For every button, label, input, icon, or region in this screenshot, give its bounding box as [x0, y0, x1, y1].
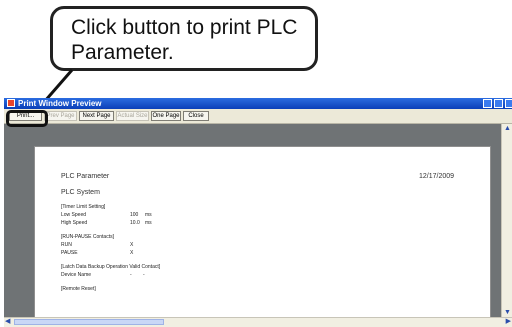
run-pause-section: [RUN-PAUSE Contacts] [61, 234, 114, 240]
instruction-callout: Click button to print PLC Parameter. [50, 6, 318, 71]
low-speed-unit: ms [145, 212, 152, 218]
device-name-value-2: - [143, 272, 145, 278]
low-speed-label: Low Speed [61, 212, 87, 218]
latch-section: [Latch Data Backup Operation Valid Conta… [61, 264, 161, 270]
toolbar: Print... Prev Page Next Page Actual Size… [4, 109, 512, 124]
scroll-right-icon[interactable]: ▶ [506, 318, 511, 326]
device-name-value: - [130, 272, 132, 278]
device-name-label: Device Name [61, 272, 92, 278]
callout-line-1: Click button to print PLC [71, 16, 298, 39]
app-icon [7, 99, 15, 107]
timer-section: [Timer Limit Setting] [61, 204, 106, 210]
minimize-icon[interactable] [483, 99, 492, 108]
close-window-icon[interactable] [505, 99, 512, 108]
scroll-down-icon[interactable]: ▼ [504, 309, 511, 317]
window-title: Print Window Preview [18, 99, 102, 108]
next-page-button[interactable]: Next Page [79, 111, 114, 121]
pause-label: PAUSE [61, 250, 78, 256]
print-button-highlight [6, 110, 48, 127]
vertical-scrollbar[interactable]: ▲ ▼ [501, 124, 512, 318]
preview-page: PLC Parameter 12/17/2009 PLC System [Tim… [34, 146, 491, 323]
remote-reset-section: [Remote Reset] [61, 286, 96, 292]
preview-area: PLC Parameter 12/17/2009 PLC System [Tim… [4, 124, 502, 323]
close-button[interactable]: Close [183, 111, 209, 121]
high-speed-unit: ms [145, 220, 152, 226]
horizontal-scroll-thumb[interactable] [14, 319, 164, 325]
pause-value: X [130, 250, 134, 256]
scroll-up-icon[interactable]: ▲ [504, 125, 511, 133]
run-value: X [130, 242, 134, 248]
scroll-left-icon[interactable]: ◀ [5, 318, 10, 326]
high-speed-value: 10.0 [130, 220, 140, 226]
print-preview-window: Print Window Preview Print... Prev Page … [4, 98, 512, 327]
run-label: RUN [61, 242, 72, 248]
maximize-icon[interactable] [494, 99, 503, 108]
actual-size-button[interactable]: Actual Size [116, 111, 149, 121]
low-speed-value: 100 [130, 212, 139, 218]
page-title: PLC Parameter [61, 173, 110, 180]
callout-line-2: Parameter. [71, 41, 174, 64]
page-subtitle: PLC System [61, 189, 100, 196]
prev-page-button[interactable]: Prev Page [44, 111, 77, 121]
high-speed-label: High Speed [61, 220, 88, 226]
page-date: 12/17/2009 [419, 173, 455, 180]
one-page-button[interactable]: One Page [151, 111, 181, 121]
title-bar: Print Window Preview [4, 98, 512, 109]
horizontal-scrollbar[interactable]: ◀ ▶ [4, 317, 512, 327]
